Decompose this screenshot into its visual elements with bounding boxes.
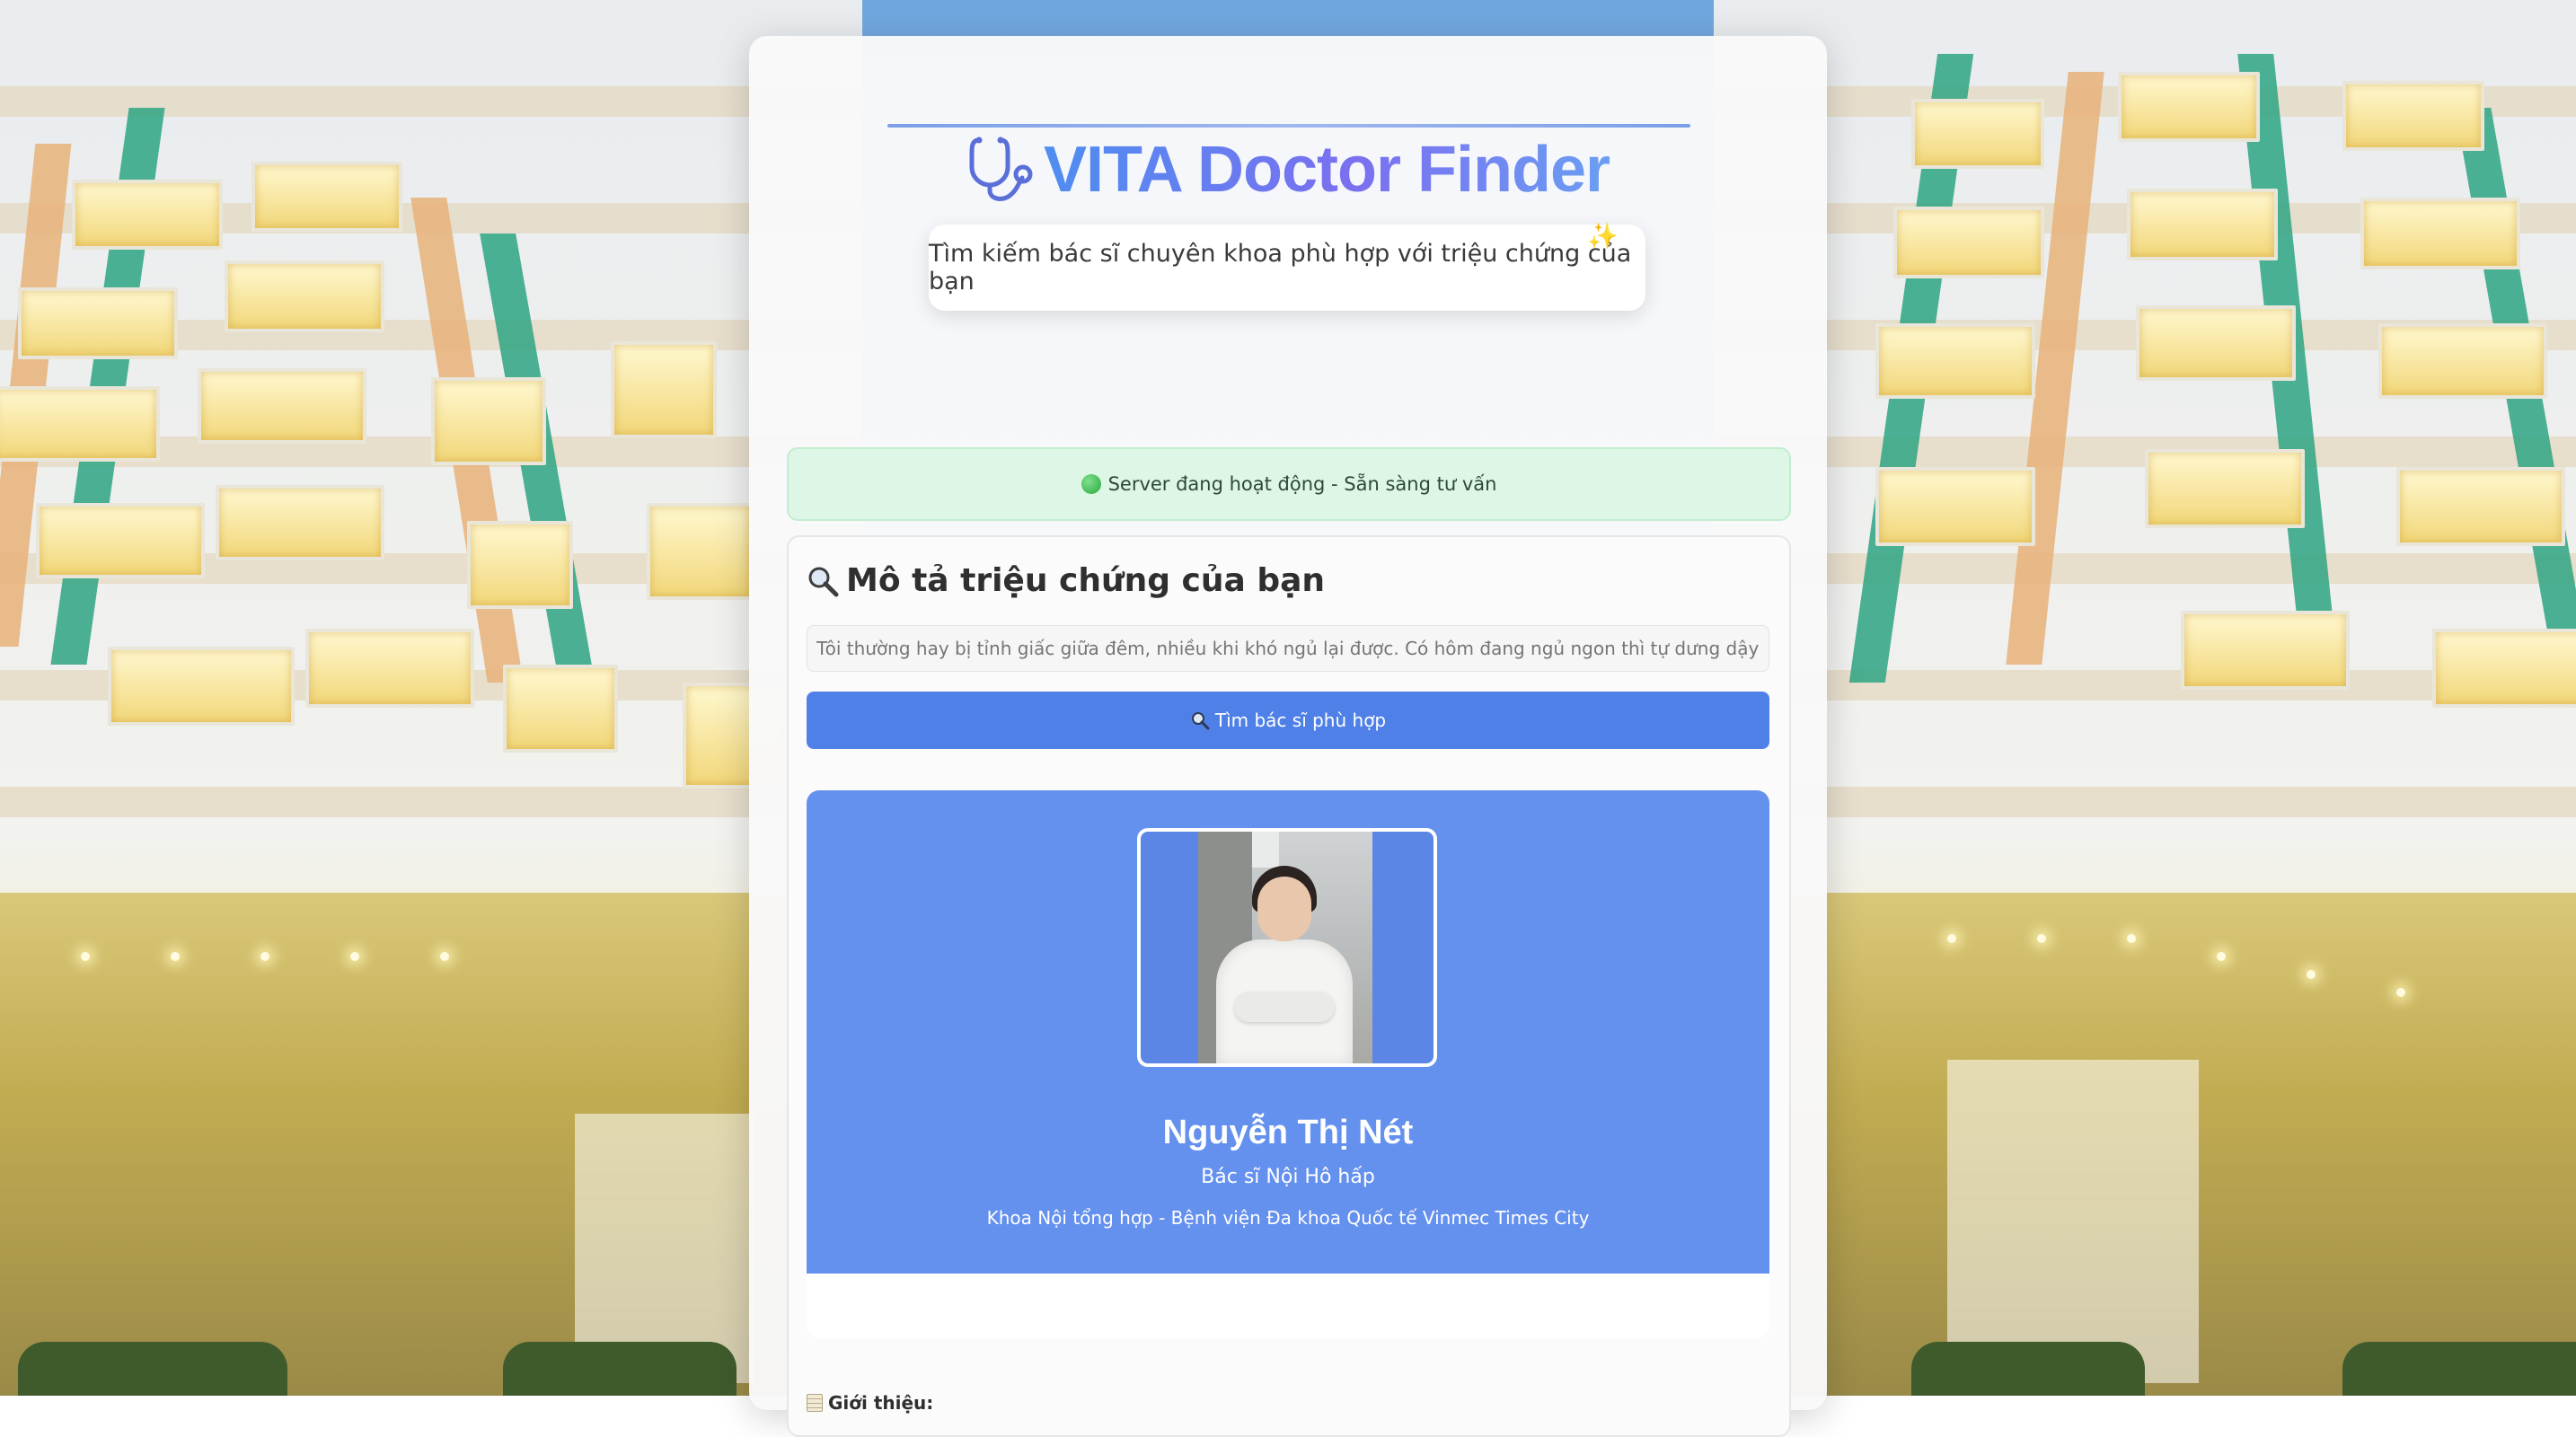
doctor-role: Bác sĩ Nội Hô hấp — [1201, 1166, 1375, 1188]
server-status-banner: Server đang hoạt động - Sẵn sàng tư vấn — [787, 447, 1791, 521]
hospital-building-right — [1714, 0, 2576, 1396]
server-status-text: Server đang hoạt động - Sẵn sàng tư vấn — [1107, 473, 1497, 495]
doctor-result-card[interactable]: Nguyễn Thị Nét Bác sĩ Nội Hô hấp Khoa Nộ… — [807, 790, 1769, 1338]
app-title: VITA Doctor Finder — [1044, 129, 1610, 210]
doctor-avatar — [1137, 828, 1437, 1067]
doctor-department: Khoa Nội tổng hợp - Bệnh viện Đa khoa Qu… — [986, 1207, 1590, 1229]
green-circle-icon — [1081, 474, 1101, 494]
symptom-section-title: Mô tả triệu chứng của bạn — [807, 562, 1325, 599]
app-subtitle: Tìm kiếm bác sĩ chuyên khoa phù hợp với … — [929, 240, 1632, 295]
doctor-name: Nguyễn Thị Nét — [1162, 1114, 1414, 1151]
symptom-search-card: Mô tả triệu chứng của bạn Tìm bác sĩ phù… — [787, 535, 1791, 1437]
symptom-section-label: Mô tả triệu chứng của bạn — [846, 562, 1326, 599]
magnifying-glass-icon — [808, 567, 839, 596]
notepad-icon — [807, 1394, 823, 1412]
magnifying-glass-icon — [1191, 712, 1210, 730]
doctor-photo — [1198, 832, 1372, 1063]
find-doctor-button-label: Tìm bác sĩ phù hợp — [1214, 710, 1387, 731]
symptom-input[interactable] — [807, 625, 1769, 672]
app-header: VITA Doctor Finder — [749, 129, 1827, 210]
stethoscope-icon — [969, 137, 1033, 201]
main-panel: VITA Doctor Finder Tìm kiếm bác sĩ chuyê… — [749, 36, 1827, 1437]
sparkles-icon: ✨ — [1587, 221, 1619, 251]
find-doctor-button[interactable]: Tìm bác sĩ phù hợp — [807, 692, 1769, 749]
header-divider — [887, 124, 1690, 128]
doctor-card-header: Nguyễn Thị Nét Bác sĩ Nội Hô hấp Khoa Nộ… — [807, 790, 1769, 1274]
hospital-building-left — [0, 0, 862, 1396]
subtitle-card: Tìm kiếm bác sĩ chuyên khoa phù hợp với … — [929, 221, 1645, 311]
